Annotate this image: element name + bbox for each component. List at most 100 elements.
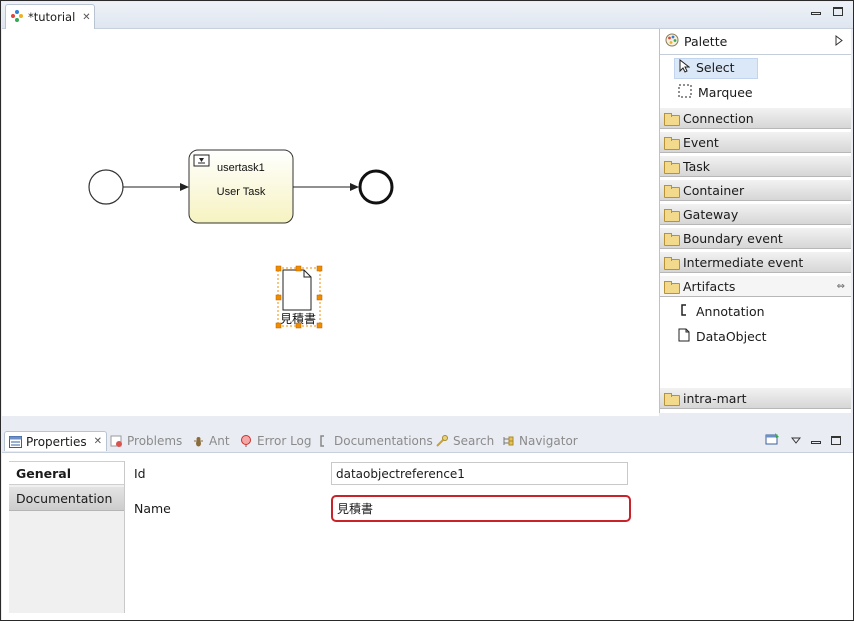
- palette-drawer-artifacts[interactable]: Artifacts ⇔: [660, 275, 851, 297]
- view-tab-bar: Properties ✕ Problems Ant Error Log Docu…: [2, 428, 853, 452]
- folder-icon: [664, 184, 680, 198]
- id-label: Id: [134, 466, 146, 481]
- diagram-canvas[interactable]: usertask1 User Task 見積書: [2, 29, 659, 416]
- palette-drawer-intermediate-event[interactable]: Intermediate event: [660, 251, 851, 273]
- tab-ant[interactable]: Ant: [192, 431, 230, 451]
- tab-label: Navigator: [519, 434, 578, 448]
- section-tab-label: Documentation: [16, 491, 113, 506]
- properties-icon: [9, 435, 22, 448]
- palette-collapse-icon[interactable]: [835, 34, 843, 49]
- maximize-icon[interactable]: [831, 436, 841, 445]
- minimize-icon[interactable]: [811, 12, 821, 15]
- folder-icon: [664, 136, 680, 150]
- palette-tool-dataobject-label: DataObject: [696, 329, 767, 344]
- tab-problems[interactable]: Problems: [110, 431, 182, 451]
- pin-view-icon[interactable]: [765, 432, 781, 449]
- drawer-label: Container: [683, 182, 745, 198]
- data-object-icon: [678, 328, 690, 345]
- user-task-name: User Task: [217, 186, 266, 198]
- tab-label: Search: [453, 434, 495, 448]
- palette-header[interactable]: Palette: [660, 29, 851, 55]
- section-tab-general[interactable]: General: [9, 461, 124, 485]
- editor-tab-bar: *tutorial ✕: [2, 2, 853, 29]
- tab-properties[interactable]: Properties ✕: [4, 431, 108, 451]
- bpmn-file-icon: [10, 9, 24, 26]
- tab-label: Error Log: [257, 434, 312, 448]
- drawer-label: Event: [683, 134, 719, 150]
- name-field[interactable]: [331, 495, 631, 522]
- annotation-icon: [678, 303, 690, 320]
- folder-icon: [664, 208, 680, 222]
- tab-label: Documentations: [334, 434, 433, 448]
- palette-drawer-boundary-event[interactable]: Boundary event: [660, 227, 851, 249]
- palette-tool-select-label: Select: [696, 60, 735, 75]
- properties-section-tabs: General Documentation: [9, 461, 125, 613]
- tab-search[interactable]: Search: [436, 431, 494, 451]
- sequence-flow-2-arrow: [350, 183, 359, 191]
- data-object-icon: [282, 269, 312, 311]
- tab-label: Ant: [209, 434, 230, 448]
- sequence-flow-1-arrow: [180, 183, 189, 191]
- drawer-label: Task: [683, 158, 710, 174]
- palette-drawer-intra-mart[interactable]: intra-mart: [660, 387, 851, 409]
- palette-tool-dataobject[interactable]: DataObject: [660, 325, 851, 348]
- drawer-label: Gateway: [683, 206, 739, 222]
- palette-tool-annotation-label: Annotation: [696, 304, 765, 319]
- maximize-icon[interactable]: [833, 7, 843, 16]
- folder-icon: [664, 232, 680, 246]
- palette-title: Palette: [684, 34, 728, 49]
- name-label: Name: [134, 501, 171, 516]
- palette: Palette Select Marquee Connection Event …: [659, 29, 851, 413]
- ant-icon: [192, 435, 205, 447]
- section-tab-label: General: [16, 465, 71, 481]
- workbench-window: *tutorial ✕ usertask1 User Task 見積書 Pale…: [0, 0, 854, 621]
- drawer-label: Connection: [683, 110, 754, 126]
- close-icon[interactable]: ✕: [82, 12, 90, 23]
- folder-icon: [664, 160, 680, 174]
- palette-tool-marquee-label: Marquee: [698, 85, 753, 100]
- data-object[interactable]: 見積書: [275, 265, 323, 329]
- tab-error-log[interactable]: Error Log: [240, 431, 312, 451]
- user-task[interactable]: usertask1 User Task: [188, 149, 294, 224]
- editor-tab-tutorial[interactable]: *tutorial ✕: [5, 4, 95, 29]
- folder-icon: [664, 392, 680, 406]
- view-menu-icon[interactable]: [790, 434, 802, 448]
- palette-icon: [665, 33, 679, 50]
- minimize-icon[interactable]: [811, 441, 821, 444]
- open-folder-icon: [664, 280, 680, 294]
- drawer-label: Artifacts: [683, 278, 736, 294]
- palette-drawer-container[interactable]: Container: [660, 179, 851, 201]
- palette-drawer-event[interactable]: Event: [660, 131, 851, 153]
- folder-icon: [664, 112, 680, 126]
- marquee-icon: [678, 84, 692, 101]
- folder-icon: [664, 256, 680, 270]
- layout-toggle-icon[interactable]: ⇔: [837, 281, 845, 292]
- documentations-icon: [317, 435, 330, 447]
- palette-drawer-connection[interactable]: Connection: [660, 107, 851, 129]
- user-task-marker-icon: [193, 154, 210, 167]
- properties-view: General Documentation Id Name: [2, 452, 853, 620]
- close-icon[interactable]: ✕: [94, 436, 102, 447]
- tab-label: Properties: [26, 434, 87, 449]
- end-event[interactable]: [358, 169, 394, 205]
- tab-label: Problems: [127, 434, 183, 448]
- start-event[interactable]: [88, 169, 124, 205]
- editor-tab-label: *tutorial: [28, 10, 76, 24]
- palette-tool-marquee[interactable]: Marquee: [660, 81, 851, 104]
- arrow-cursor-icon: [678, 58, 691, 76]
- search-icon: [436, 435, 449, 447]
- user-task-id: usertask1: [217, 162, 265, 174]
- palette-drawer-task[interactable]: Task: [660, 155, 851, 177]
- tab-navigator[interactable]: Navigator: [502, 431, 578, 451]
- palette-drawer-gateway[interactable]: Gateway: [660, 203, 851, 225]
- drawer-label: intra-mart: [683, 390, 747, 406]
- palette-tool-select[interactable]: Select: [660, 56, 851, 79]
- drawer-label: Intermediate event: [683, 254, 804, 270]
- id-field[interactable]: [331, 462, 628, 485]
- palette-tool-annotation[interactable]: Annotation: [660, 300, 851, 323]
- drawer-label: Boundary event: [683, 230, 783, 246]
- problems-icon: [110, 435, 123, 447]
- section-tab-documentation[interactable]: Documentation: [9, 487, 124, 511]
- tab-documentations[interactable]: Documentations: [317, 431, 433, 451]
- navigator-icon: [502, 435, 515, 447]
